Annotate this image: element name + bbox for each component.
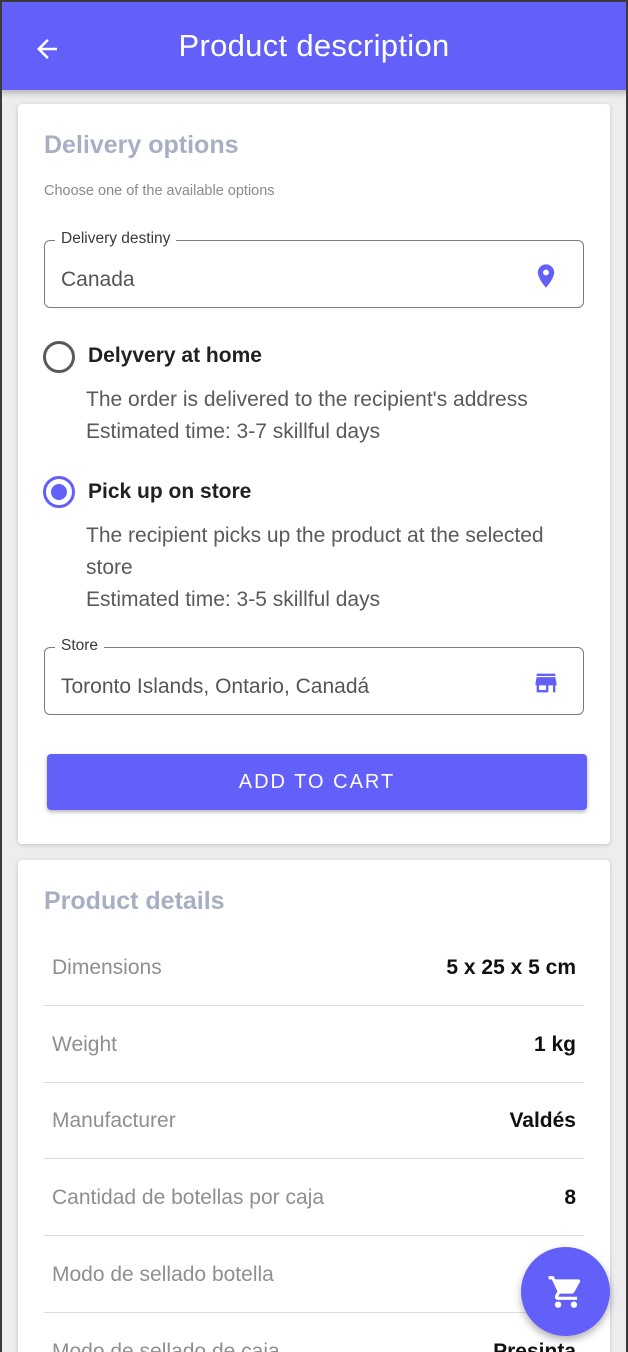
detail-label: Cantidad de botellas por caja xyxy=(52,1186,325,1209)
detail-value: 8 xyxy=(564,1186,576,1209)
delivery-options-subtitle: Choose one of the available options xyxy=(44,183,275,199)
pick-up-on-store-description-line: The recipient picks up the product at th… xyxy=(86,524,544,579)
detail-row-box-seal: Modo de sellado de caja Presinta xyxy=(44,1313,584,1352)
detail-label: Modo de sellado de caja xyxy=(52,1340,280,1352)
page-title: Product description xyxy=(178,28,450,63)
delivery-destination-field[interactable]: Delivery destiny Canada xyxy=(44,230,584,308)
map-pin-icon[interactable] xyxy=(531,261,561,291)
delivery-at-home-radio[interactable] xyxy=(43,341,75,373)
delivery-at-home-description: The order is delivered to the recipient'… xyxy=(86,384,586,448)
delivery-at-home-description-line: The order is delivered to the recipient'… xyxy=(86,388,528,411)
delivery-destination-label: Delivery destiny xyxy=(55,230,177,248)
add-to-cart-button[interactable]: ADD TO CART xyxy=(47,754,587,810)
delivery-destination-value: Canada xyxy=(61,268,135,291)
detail-value: Valdés xyxy=(509,1109,576,1132)
detail-row-weight: Weight 1 kg xyxy=(44,1006,584,1083)
detail-value: 5 x 25 x 5 cm xyxy=(446,956,576,979)
detail-label: Manufacturer xyxy=(52,1109,176,1132)
shopping-cart-icon xyxy=(548,1275,580,1308)
detail-value: 1 kg xyxy=(533,1033,576,1056)
store-label: Store xyxy=(55,637,105,655)
pick-up-on-store-label[interactable]: Pick up on store xyxy=(88,480,251,504)
app-bar: Product description xyxy=(0,0,628,90)
product-details-title: Product details xyxy=(44,887,225,915)
store-icon[interactable] xyxy=(531,668,561,698)
product-details-card: Product details Dimensions 5 x 25 x 5 cm… xyxy=(18,860,610,1352)
detail-label: Modo de sellado botella xyxy=(52,1263,274,1286)
pick-up-on-store-radio[interactable] xyxy=(43,476,75,508)
detail-label: Weight xyxy=(52,1033,117,1056)
detail-row-bottle-seal: Modo de sellado botella Co xyxy=(44,1236,584,1313)
pick-up-on-store-description: The recipient picks up the product at th… xyxy=(86,520,586,616)
store-value: Toronto Islands, Ontario, Canadá xyxy=(61,675,370,698)
detail-row-dimensions: Dimensions 5 x 25 x 5 cm xyxy=(44,929,584,1006)
delivery-options-card: Delivery options Choose one of the avail… xyxy=(18,104,610,844)
delivery-at-home-label[interactable]: Delyvery at home xyxy=(88,344,262,368)
pick-up-on-store-estimated-time: Estimated time: 3-5 skillful days xyxy=(86,588,381,611)
store-field[interactable]: Store Toronto Islands, Ontario, Canadá xyxy=(44,637,584,715)
detail-row-manufacturer: Manufacturer Valdés xyxy=(44,1082,584,1159)
delivery-at-home-estimated-time: Estimated time: 3-7 skillful days xyxy=(86,420,381,443)
detail-label: Dimensions xyxy=(52,956,162,979)
delivery-options-title: Delivery options xyxy=(44,131,239,159)
cart-fab-button[interactable] xyxy=(521,1247,610,1336)
detail-row-bottles-per-box: Cantidad de botellas por caja 8 xyxy=(44,1159,584,1236)
